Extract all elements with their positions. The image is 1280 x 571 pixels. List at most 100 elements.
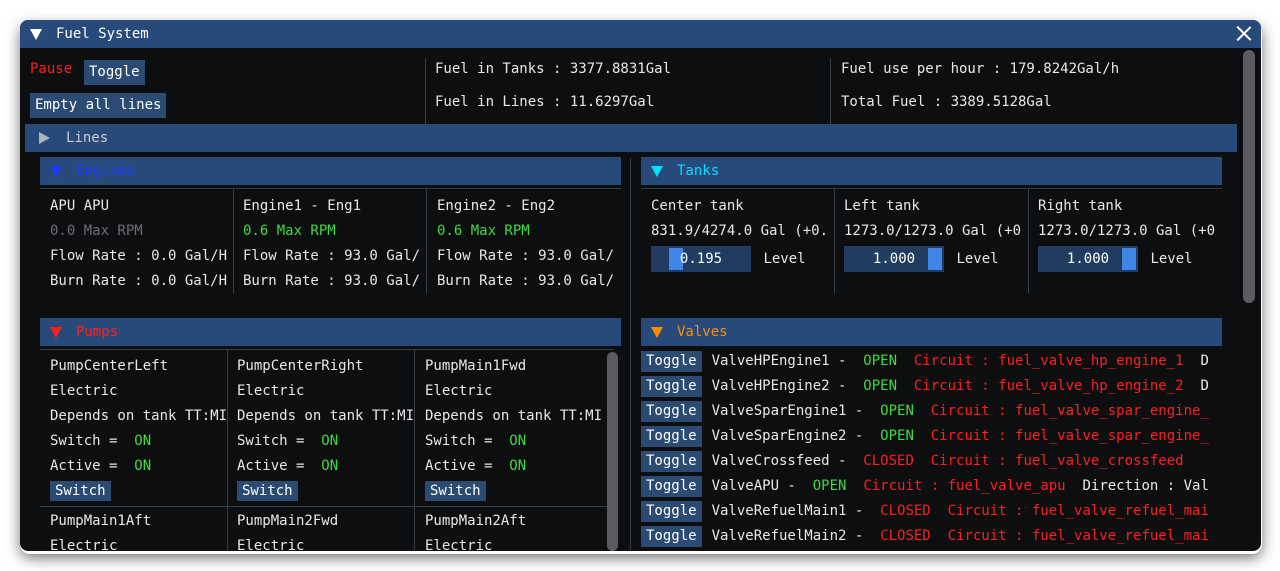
valve-name: ValveSparEngine2 - — [711, 428, 864, 444]
table-border — [641, 188, 1222, 189]
valve-toggle-button[interactable]: Toggle — [641, 451, 702, 472]
slider-grab[interactable] — [1122, 248, 1136, 270]
collapse-triangle-icon — [651, 326, 663, 338]
valve-toggle-button[interactable]: Toggle — [641, 526, 702, 547]
pump-cell: PumpMain2Aft Electric — [425, 509, 605, 551]
valve-name: ValveAPU - — [711, 478, 796, 494]
table-border — [40, 349, 614, 350]
window-titlebar[interactable]: Fuel System — [20, 20, 1261, 48]
engine-burn-rate: Burn Rate : 93.0 Gal/ — [243, 273, 421, 289]
collapse-triangle-icon — [50, 326, 62, 338]
valves-header[interactable]: Valves — [641, 318, 1222, 346]
valve-toggle-button[interactable]: Toggle — [641, 501, 702, 522]
valve-circuit: Circuit : fuel_valve_hp_engine_1 — [913, 353, 1184, 369]
valve-row: Toggle ValveRefuelMain2 - CLOSED Circuit… — [641, 524, 1209, 549]
tank-name: Right tank — [1038, 198, 1123, 214]
tanks-header[interactable]: Tanks — [641, 157, 1222, 185]
tank-level-slider[interactable]: 0.195 — [651, 246, 751, 272]
valve-extra: D — [1200, 378, 1209, 394]
engine-rpm: 0.6 Max RPM — [243, 223, 336, 239]
empty-all-lines-button[interactable]: Empty all lines — [30, 93, 167, 118]
valve-circuit: Circuit : fuel_valve_spar_engine_ — [930, 428, 1209, 444]
lines-header[interactable]: Lines — [25, 124, 1237, 152]
tanks-header-label: Tanks — [677, 163, 720, 179]
valve-toggle-button[interactable]: Toggle — [641, 401, 702, 422]
valve-row: Toggle ValveHPEngine2 - OPEN Circuit : f… — [641, 374, 1209, 399]
pump-type: Electric — [237, 383, 305, 399]
level-label: Level — [1150, 251, 1193, 267]
valve-toggle-button[interactable]: Toggle — [641, 376, 702, 397]
column-divider — [830, 58, 831, 124]
pumps-header[interactable]: Pumps — [40, 318, 621, 346]
active-text: Active = — [237, 458, 305, 474]
valve-state: CLOSED — [880, 503, 931, 519]
switch-button[interactable]: Switch — [50, 481, 111, 501]
column-divider — [426, 188, 427, 293]
tank-right: Right tank 1273.0/1273.0 Gal (+0 1.000 L… — [1038, 194, 1222, 274]
pane-divider — [630, 158, 631, 551]
valve-state: OPEN — [880, 403, 914, 419]
valve-toggle-button[interactable]: Toggle — [641, 351, 702, 372]
valve-state: CLOSED — [880, 528, 931, 544]
valve-name: ValveRefuelMain1 - — [711, 503, 864, 519]
tank-amount: 1273.0/1273.0 Gal (+0 — [844, 223, 1022, 239]
column-divider — [834, 188, 835, 293]
valve-extra: Direction : Val — [1082, 478, 1209, 494]
pump-depends: Depends on tank TT:MI — [50, 408, 227, 424]
switch-button[interactable]: Switch — [237, 481, 298, 501]
engine-name: Engine1 - Eng1 — [243, 198, 362, 214]
pump-name: PumpMain2Aft — [425, 513, 527, 529]
active-value: ON — [321, 458, 339, 474]
pump-cell: PumpCenterRight Electric Depends on tank… — [237, 354, 414, 504]
slider-value: 1.000 — [872, 251, 916, 267]
valve-name: ValveHPEngine1 - — [711, 353, 847, 369]
engine-2: Engine2 - Eng2 0.6 Max RPM Flow Rate : 9… — [437, 194, 620, 294]
slider-grab[interactable] — [928, 248, 942, 270]
close-icon[interactable] — [1233, 23, 1255, 45]
tank-level-slider[interactable]: 1.000 — [1038, 246, 1138, 272]
window-scrollbar[interactable] — [1243, 50, 1255, 303]
switch-value: ON — [134, 433, 152, 449]
pause-toggle-button[interactable]: Toggle — [84, 60, 145, 85]
pump-type: Electric — [237, 538, 305, 551]
expand-triangle-icon — [39, 132, 50, 144]
collapse-triangle-icon[interactable] — [30, 28, 42, 40]
table-border — [40, 188, 621, 189]
engine-burn-rate: Burn Rate : 0.0 Gal/H — [50, 273, 228, 289]
valve-name: ValveRefuelMain2 - — [711, 528, 864, 544]
pumps-scrollbar[interactable] — [607, 352, 618, 551]
switch-text: Switch = — [237, 433, 305, 449]
switch-button[interactable]: Switch — [425, 481, 486, 501]
column-divider — [425, 58, 426, 124]
valve-name: ValveCrossfeed - — [711, 453, 847, 469]
tank-level-slider[interactable]: 1.000 — [844, 246, 944, 272]
lines-header-label: Lines — [66, 130, 109, 146]
slider-value: 0.195 — [679, 251, 723, 267]
pump-name: PumpCenterLeft — [50, 358, 169, 374]
valve-state: OPEN — [863, 353, 898, 369]
tank-name: Left tank — [844, 198, 920, 214]
valve-circuit: Circuit : fuel_valve_spar_engine_ — [930, 403, 1209, 419]
pump-cell: PumpMain2Fwd Electric — [237, 509, 414, 551]
fuel-in-tanks-text: Fuel in Tanks : 3377.8831Gal — [435, 61, 672, 77]
pump-name: PumpMain1Aft — [50, 513, 152, 529]
valve-toggle-button[interactable]: Toggle — [641, 476, 702, 497]
valve-circuit: Circuit : fuel_valve_crossfeed — [930, 453, 1184, 469]
valve-row: Toggle ValveHPEngine1 - OPEN Circuit : f… — [641, 349, 1209, 374]
active-text: Active = — [425, 458, 493, 474]
engines-header[interactable]: Engines — [40, 157, 621, 185]
engine-apu: APU APU 0.0 Max RPM Flow Rate : 0.0 Gal/… — [50, 194, 233, 294]
engine-burn-rate: Burn Rate : 93.0 Gal/ — [437, 273, 615, 289]
valve-circuit: Circuit : fuel_valve_hp_engine_2 — [913, 378, 1184, 394]
valve-state: OPEN — [880, 428, 914, 444]
collapse-triangle-icon — [651, 165, 663, 177]
valve-toggle-button[interactable]: Toggle — [641, 426, 702, 447]
tank-left: Left tank 1273.0/1273.0 Gal (+0 1.000 Le… — [844, 194, 1027, 274]
pump-name: PumpCenterRight — [237, 358, 364, 374]
engine-name: APU APU — [50, 198, 110, 214]
pumps-header-label: Pumps — [76, 324, 119, 340]
pump-depends: Depends on tank TT:MI — [237, 408, 414, 424]
fuel-use-per-hour-text: Fuel use per hour : 179.8242Gal/h — [841, 61, 1120, 77]
valve-row: Toggle ValveSparEngine2 - OPEN Circuit :… — [641, 424, 1209, 449]
engine-flow-rate: Flow Rate : 93.0 Gal/ — [243, 248, 421, 264]
